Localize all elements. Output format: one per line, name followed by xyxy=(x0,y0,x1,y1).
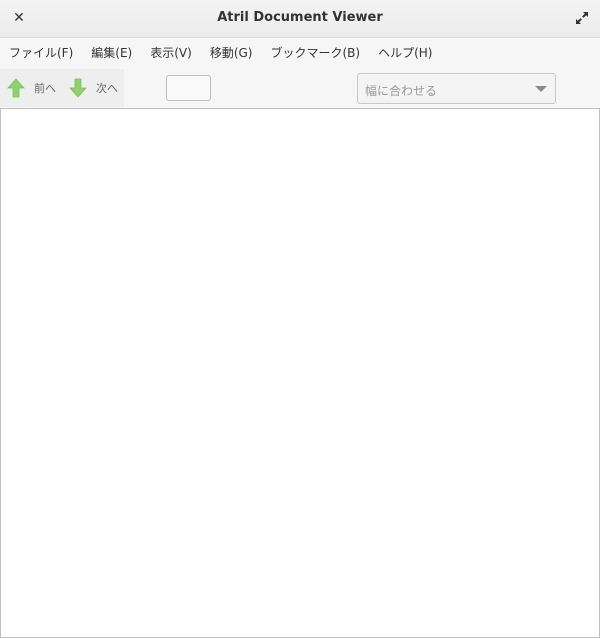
zoom-select-value: 幅に合わせる xyxy=(365,84,438,98)
menu-view[interactable]: 表示(V) xyxy=(145,38,197,68)
navigation-group: 前へ 次へ xyxy=(0,69,124,107)
menu-bar: ファイル(F) 編集(E) 表示(V) 移動(G) ブックマーク(B) ヘルプ(… xyxy=(0,38,600,68)
next-page-button[interactable]: 次へ xyxy=(68,69,118,107)
arrow-down-icon xyxy=(69,78,87,98)
toolbar: 前へ 次へ 幅に合わせる xyxy=(0,68,600,108)
chevron-down-icon xyxy=(535,86,547,92)
maximize-button[interactable] xyxy=(574,10,590,26)
page-number-input[interactable] xyxy=(166,75,211,101)
window-title: Atril Document Viewer xyxy=(217,10,383,25)
previous-page-label: 前へ xyxy=(34,82,56,95)
menu-file[interactable]: ファイル(F) xyxy=(4,38,78,68)
document-view[interactable] xyxy=(0,108,600,638)
previous-page-button[interactable]: 前へ xyxy=(6,69,56,107)
app-window: ✕ Atril Document Viewer ファイル(F) 編集(E) 表示… xyxy=(0,0,600,638)
zoom-select[interactable]: 幅に合わせる xyxy=(357,73,556,104)
menu-go[interactable]: 移動(G) xyxy=(205,38,258,68)
menu-bookmarks[interactable]: ブックマーク(B) xyxy=(265,38,365,68)
maximize-icon xyxy=(576,12,588,24)
arrow-up-icon xyxy=(7,78,25,98)
next-page-label: 次へ xyxy=(96,82,118,95)
menu-help[interactable]: ヘルプ(H) xyxy=(373,38,437,68)
menu-edit[interactable]: 編集(E) xyxy=(86,38,137,68)
title-bar: ✕ Atril Document Viewer xyxy=(0,0,600,38)
